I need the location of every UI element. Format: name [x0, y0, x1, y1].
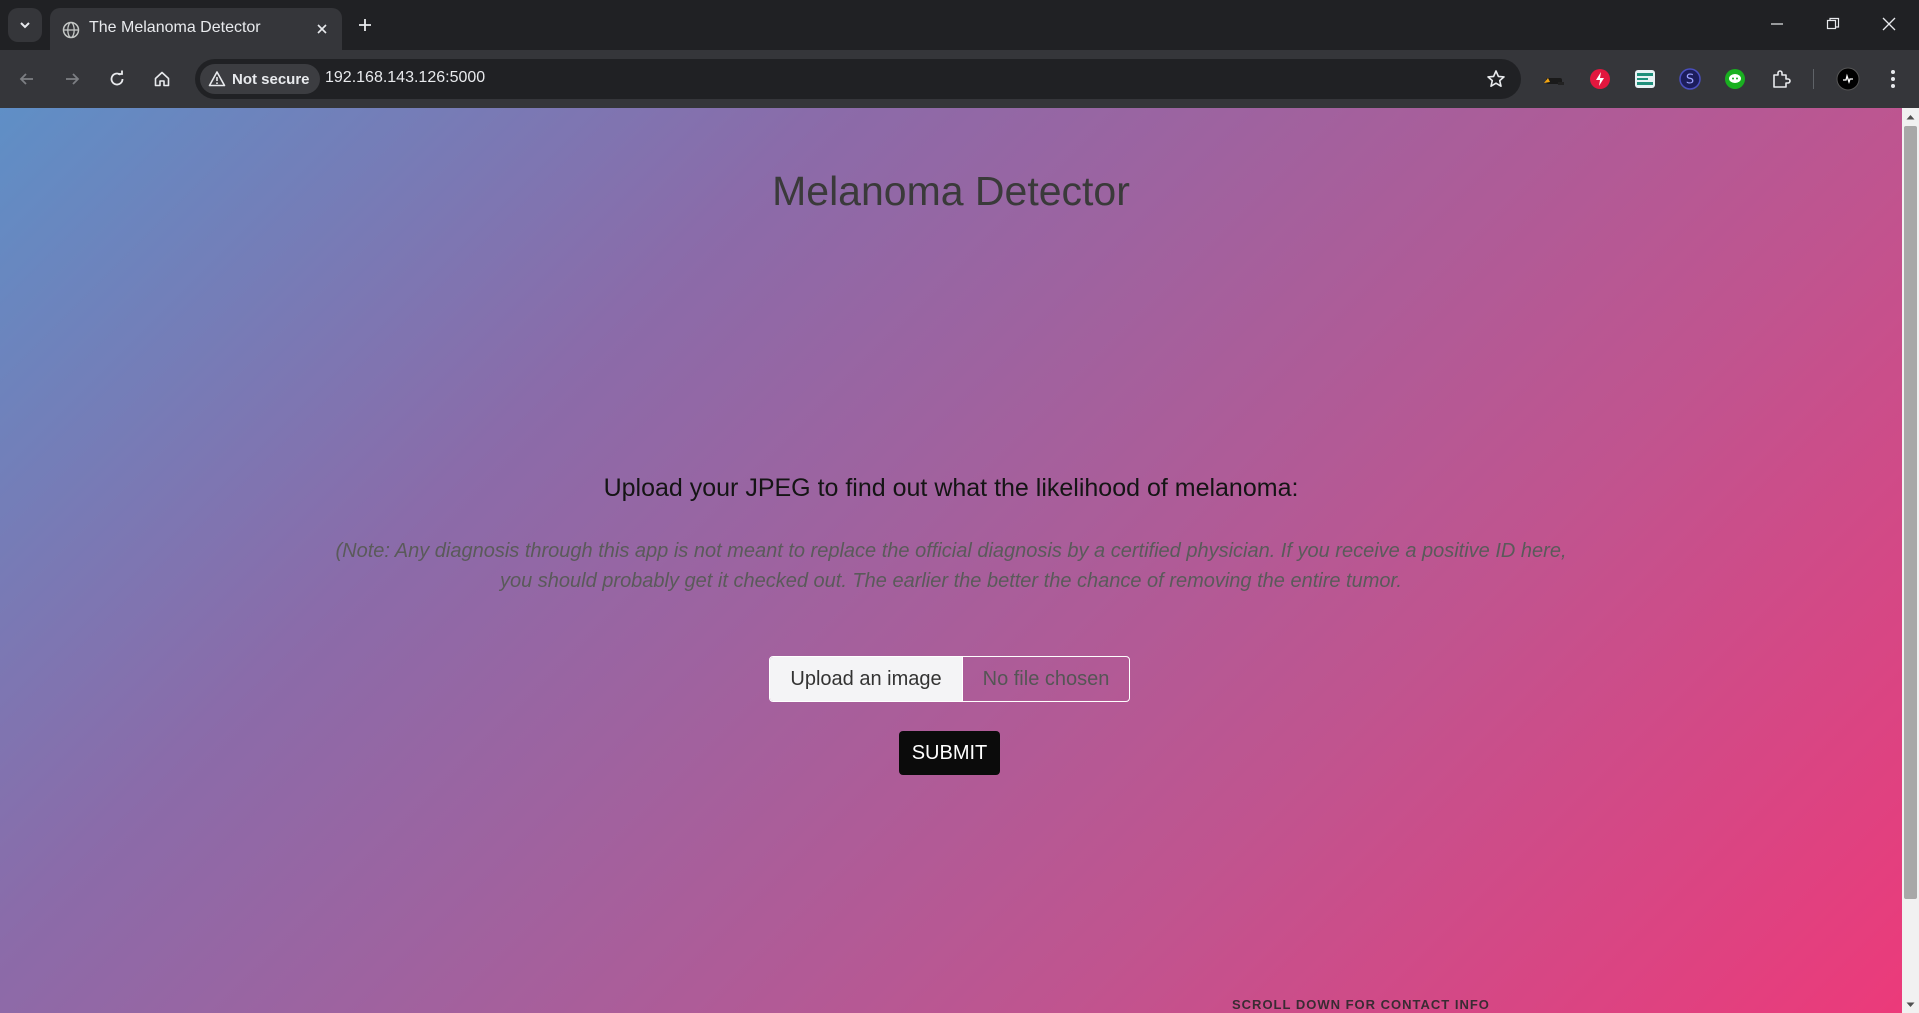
toolbar-divider: [1813, 69, 1814, 89]
back-icon: [19, 73, 33, 85]
svg-text:S: S: [1686, 73, 1694, 88]
warning-icon: [208, 71, 226, 87]
plus-icon: [359, 19, 371, 31]
back-button[interactable]: [10, 62, 44, 96]
close-window-button[interactable]: [1866, 8, 1912, 40]
browser-toolbar: Not secure 192.168.143.126:5000 S: [0, 50, 1919, 109]
reload-button[interactable]: [100, 62, 134, 96]
extensions-icon: [1773, 70, 1791, 88]
browser-tab[interactable]: The Melanoma Detector: [50, 8, 342, 50]
tab-close-button[interactable]: [312, 19, 332, 39]
disclaimer-note: (Note: Any diagnosis through this app is…: [335, 540, 1567, 592]
star-icon: [1487, 70, 1505, 87]
url-text[interactable]: 192.168.143.126:5000: [325, 69, 485, 87]
caret-up-icon: [1906, 114, 1915, 119]
home-icon: [154, 71, 170, 87]
extension-2[interactable]: [1587, 66, 1613, 92]
bookmark-button[interactable]: [1485, 68, 1507, 90]
restore-icon: [1826, 17, 1840, 30]
extension-4[interactable]: S: [1677, 66, 1703, 92]
tab-search-button[interactable]: [8, 8, 42, 42]
reload-icon: [110, 70, 124, 86]
close-window-icon: [1882, 17, 1896, 31]
file-input[interactable]: Upload an image No file chosen: [769, 656, 1130, 702]
scroll-thumb[interactable]: [1904, 126, 1917, 899]
security-chip[interactable]: Not secure: [200, 64, 320, 94]
caret-down-icon: [1906, 1002, 1915, 1007]
profile-button[interactable]: [1835, 66, 1861, 92]
page-title: Melanoma Detector: [772, 168, 1130, 214]
profile-icon: [1836, 67, 1860, 91]
s-extension-icon: S: [1679, 68, 1701, 90]
extension-3[interactable]: [1632, 66, 1658, 92]
scroll-hint: SCROLL DOWN FOR CONTACT INFO: [1232, 997, 1490, 1012]
chevron-down-icon: [20, 22, 30, 29]
tab-title: The Melanoma Detector: [89, 19, 261, 36]
close-icon: [317, 24, 327, 34]
minimize-button[interactable]: [1754, 8, 1800, 40]
extension-5[interactable]: [1722, 66, 1748, 92]
security-label: Not secure: [232, 70, 310, 88]
home-button[interactable]: [145, 62, 179, 96]
upload-image-button[interactable]: Upload an image: [770, 657, 962, 701]
cat-extension-icon: [1544, 78, 1564, 85]
submit-button[interactable]: SUBMIT: [899, 731, 1000, 775]
page-content: Melanoma Detector Upload your JPEG to fi…: [0, 108, 1902, 1013]
extension-1[interactable]: [1541, 66, 1567, 92]
extensions-button[interactable]: [1768, 66, 1794, 92]
minimize-icon: [1771, 23, 1783, 25]
menu-button[interactable]: [1880, 66, 1906, 92]
globe-icon: [62, 21, 80, 39]
forward-button[interactable]: [55, 62, 89, 96]
kebab-menu-icon: [1891, 70, 1895, 88]
scroll-up-button[interactable]: [1902, 108, 1919, 125]
forward-icon: [66, 73, 80, 85]
page-scrollbar[interactable]: [1902, 108, 1919, 1013]
chat-extension-icon: [1725, 69, 1745, 89]
scroll-down-button[interactable]: [1902, 996, 1919, 1013]
mail-extension-icon: [1635, 70, 1655, 88]
tab-strip: The Melanoma Detector: [0, 0, 1919, 50]
restore-button[interactable]: [1810, 8, 1856, 40]
bolt-extension-icon: [1590, 69, 1610, 89]
upload-heading: Upload your JPEG to find out what the li…: [603, 474, 1299, 502]
new-tab-button[interactable]: [352, 12, 378, 38]
file-status: No file chosen: [962, 657, 1129, 701]
address-bar[interactable]: Not secure 192.168.143.126:5000: [195, 59, 1521, 99]
